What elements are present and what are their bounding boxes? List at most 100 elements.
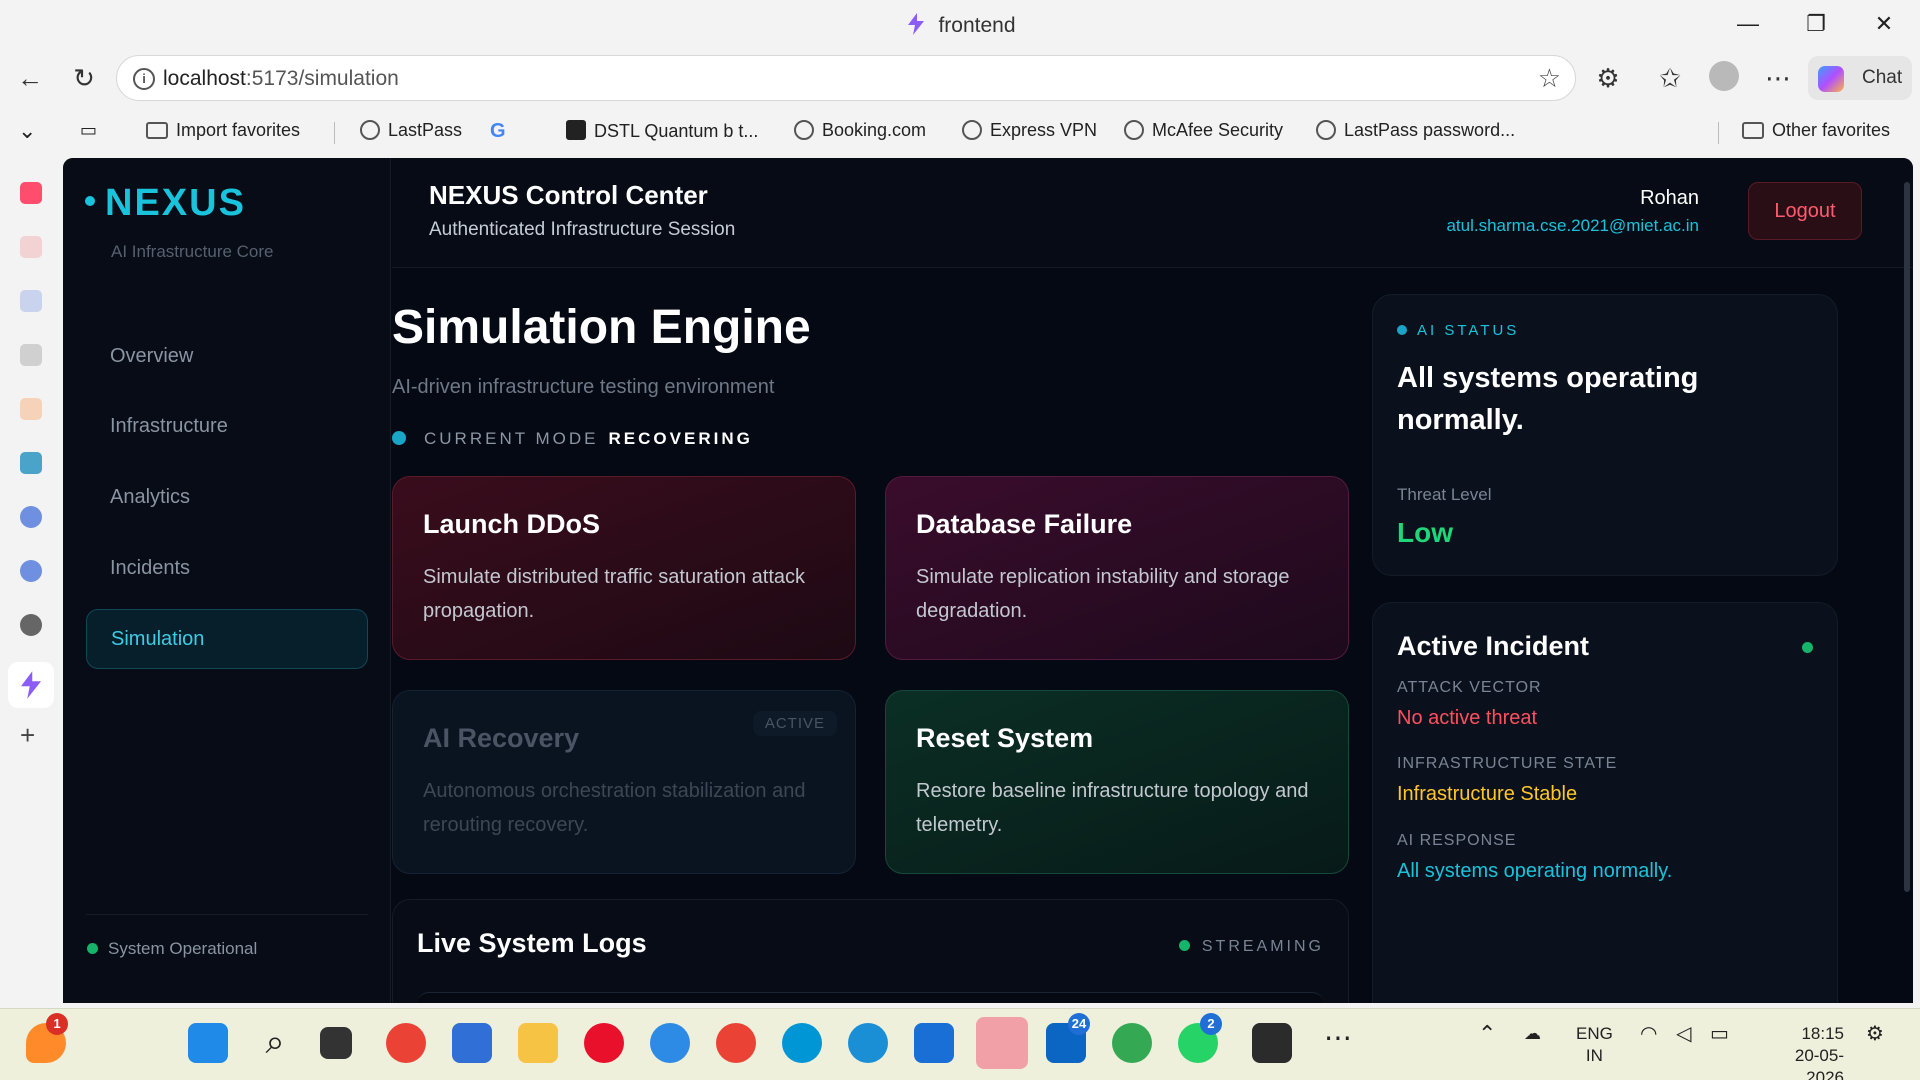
site-icon[interactable]: [20, 506, 42, 528]
chrome-alt-icon[interactable]: [1112, 1023, 1152, 1063]
sidebar-item-simulation[interactable]: Simulation: [86, 609, 368, 669]
file-explorer-icon[interactable]: [518, 1023, 558, 1063]
site-info-icon[interactable]: i: [133, 68, 155, 90]
github-icon[interactable]: [20, 614, 42, 636]
clock[interactable]: 18:15 20-05-2026: [1760, 1023, 1844, 1080]
page-scrollbar[interactable]: [1901, 182, 1913, 982]
battery-icon[interactable]: ▭: [1710, 1023, 1729, 1045]
chrome-profile-icon[interactable]: [716, 1023, 756, 1063]
logs-title: Live System Logs: [417, 928, 647, 958]
minimize-button[interactable]: —: [1728, 8, 1768, 40]
header-subtitle: Authenticated Infrastructure Session: [429, 219, 736, 240]
favorite-lastpass[interactable]: LastPass: [360, 120, 462, 141]
other-favorites[interactable]: Other favorites: [1742, 120, 1890, 141]
search-icon[interactable]: ⌕: [255, 1023, 295, 1063]
ai-recovery-card[interactable]: ACTIVE AI Recovery Autonomous orchestrat…: [392, 690, 856, 874]
youtube-icon[interactable]: [20, 182, 42, 204]
chevron-down-icon[interactable]: ⌄: [18, 118, 36, 144]
volume-icon[interactable]: ◁: [1676, 1023, 1691, 1045]
browser-navbar: ← ↻ i localhost:5173/simulation ☆ ⚙ ✩ ⋯ …: [0, 48, 1920, 108]
card-title: Reset System: [916, 723, 1094, 753]
site-icon[interactable]: [20, 398, 42, 420]
chrome-icon[interactable]: [386, 1023, 426, 1063]
favorite-lastpass-password[interactable]: LastPass password...: [1316, 120, 1515, 141]
copilot-chat-button[interactable]: Chat: [1808, 56, 1912, 100]
threat-level-value: Low: [1397, 517, 1453, 548]
edge-icon[interactable]: [848, 1023, 888, 1063]
extensions-icon[interactable]: ⚙: [1588, 58, 1628, 98]
chevron-up-icon[interactable]: ⌃: [1478, 1023, 1496, 1045]
mode-value: RECOVERING: [608, 429, 753, 448]
language-indicator[interactable]: ENG IN: [1576, 1023, 1613, 1067]
notifications-icon[interactable]: ⚙: [1866, 1023, 1884, 1045]
vite-app-icon[interactable]: [8, 662, 54, 708]
ai-response-label: AI RESPONSE: [1397, 832, 1517, 849]
favorite-booking[interactable]: Booking.com: [794, 120, 926, 141]
reset-system-card[interactable]: Reset System Restore baseline infrastruc…: [885, 690, 1349, 874]
live-logs-panel: Live System Logs STREAMING: [392, 899, 1349, 1003]
launch-ddos-card[interactable]: Launch DDoS Simulate distributed traffic…: [392, 476, 856, 660]
refresh-icon[interactable]: ↻: [64, 58, 104, 98]
back-icon[interactable]: ←: [10, 58, 50, 98]
more-options-icon[interactable]: ⋯: [1758, 58, 1798, 98]
favorites-icon[interactable]: ✩: [1650, 58, 1690, 98]
remote-app-icon[interactable]: [914, 1023, 954, 1063]
import-icon: [146, 122, 168, 139]
restore-button[interactable]: ❐: [1796, 8, 1836, 40]
profile-avatar-icon[interactable]: [1704, 58, 1744, 98]
scrollbar-thumb[interactable]: [1904, 182, 1910, 892]
onedrive-icon[interactable]: ☁: [1524, 1023, 1541, 1045]
brand-dot: [85, 196, 95, 206]
site-icon[interactable]: [20, 452, 42, 474]
site-icon[interactable]: [20, 290, 42, 312]
favorite-star-icon[interactable]: ☆: [1538, 63, 1561, 94]
attack-vector-value: No active threat: [1397, 707, 1538, 729]
browser-sidebar: +: [0, 158, 62, 1008]
tab-actions-icon[interactable]: ▭: [80, 120, 97, 141]
favorite-mcafee[interactable]: McAfee Security: [1124, 120, 1283, 141]
user-name: Rohan: [1640, 187, 1699, 209]
favorite-expressvpn[interactable]: Express VPN: [962, 120, 1097, 141]
site-icon[interactable]: [20, 344, 42, 366]
wifi-icon[interactable]: ◠: [1640, 1023, 1657, 1045]
opera-icon[interactable]: [584, 1023, 624, 1063]
address-bar[interactable]: i localhost:5173/simulation ☆: [116, 55, 1576, 101]
more-apps-icon[interactable]: ⋯: [1318, 1023, 1358, 1063]
ai-status-tag: AI STATUS: [1397, 322, 1519, 339]
windows-start-icon[interactable]: [188, 1023, 228, 1063]
sidebar-item-incidents[interactable]: Incidents: [86, 538, 368, 598]
card-description: Restore baseline infrastructure topology…: [916, 780, 1309, 836]
ai-status-panel: AI STATUS All systems operating normally…: [1372, 294, 1838, 576]
card-description: Simulate distributed traffic saturation …: [423, 566, 806, 622]
ai-status-message: All systems operating normally.: [1397, 362, 1699, 436]
close-button[interactable]: ✕: [1864, 8, 1904, 40]
database-failure-card[interactable]: Database Failure Simulate replication in…: [885, 476, 1349, 660]
card-title: Launch DDoS: [423, 509, 601, 539]
sidebar-item-analytics[interactable]: Analytics: [86, 467, 368, 527]
sidebar-item-overview[interactable]: Overview: [86, 326, 368, 386]
infrastructure-state-label: INFRASTRUCTURE STATE: [1397, 755, 1618, 772]
teams-icon[interactable]: [976, 1017, 1028, 1069]
terminal-icon[interactable]: [1252, 1023, 1292, 1063]
google-icon[interactable]: G: [490, 120, 506, 143]
site-icon[interactable]: [20, 236, 42, 258]
card-description: Simulate replication instability and sto…: [916, 566, 1290, 622]
hp-icon[interactable]: [782, 1023, 822, 1063]
microsoft-store-icon[interactable]: [452, 1023, 492, 1063]
sidebar-item-infrastructure[interactable]: Infrastructure: [86, 396, 368, 456]
linkedin-badge: 24: [1068, 1013, 1090, 1035]
log-output[interactable]: [417, 992, 1324, 1003]
task-view-icon[interactable]: [320, 1027, 352, 1059]
windows-taskbar: 1 ⌕ 24 2 ⋯ ⌃ ☁ ENG IN ◠ ◁ ▭ 18:15 20-05-20…: [0, 1008, 1920, 1080]
site-icon[interactable]: [20, 560, 42, 582]
help-icon[interactable]: [650, 1023, 690, 1063]
add-icon[interactable]: +: [20, 722, 42, 748]
brand-subtitle: AI Infrastructure Core: [111, 242, 274, 261]
card-description: Autonomous orchestration stabilization a…: [423, 780, 806, 836]
favorite-dstl[interactable]: DSTL Quantum b t...: [566, 120, 758, 142]
logout-button[interactable]: Logout: [1748, 182, 1862, 240]
favorite-import[interactable]: Import favorites: [146, 120, 300, 141]
dstl-icon: [566, 120, 586, 140]
app-header: NEXUS Control Center Authenticated Infra…: [392, 158, 1913, 268]
vite-icon: [908, 13, 925, 35]
